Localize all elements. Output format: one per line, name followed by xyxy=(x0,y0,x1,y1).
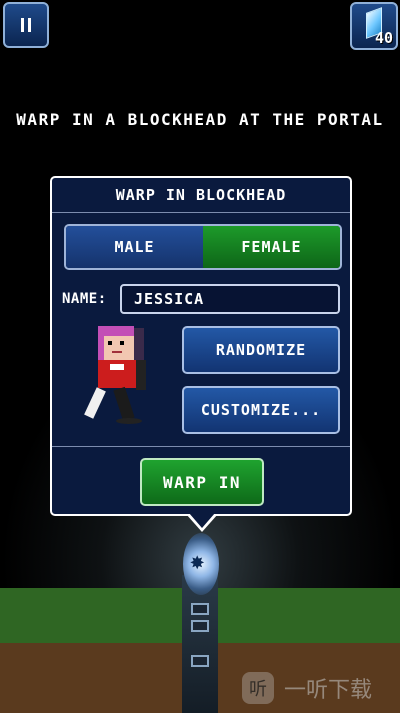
portal-column xyxy=(182,575,218,713)
gem-count: 40 xyxy=(374,29,393,47)
warp-in-button[interactable]: WARP IN xyxy=(140,458,264,506)
grass-block xyxy=(0,588,190,643)
dirt-block xyxy=(0,643,190,713)
gender-female-option[interactable]: FEMALE xyxy=(203,226,340,268)
portal-slot xyxy=(191,603,209,615)
portal-slot xyxy=(191,655,209,667)
blockhead-avatar xyxy=(84,326,156,426)
dialog-title: WARP IN BLOCKHEAD xyxy=(52,178,350,213)
customize-button[interactable]: CUSTOMIZE... xyxy=(182,386,340,434)
instruction-text: WARP IN A BLOCKHEAD AT THE PORTAL xyxy=(16,110,384,129)
gender-toggle: MALE FEMALE xyxy=(64,224,342,270)
grass-block xyxy=(215,588,400,643)
watermark: 听 一听下载 xyxy=(242,668,398,708)
pause-icon xyxy=(21,18,24,32)
watermark-text: 一听下载 xyxy=(284,678,373,703)
watermark-logo: 听 xyxy=(242,672,274,704)
pause-button[interactable] xyxy=(3,2,49,48)
randomize-button[interactable]: RANDOMIZE xyxy=(182,326,340,374)
portal-slot xyxy=(191,620,209,632)
warp-dialog: WARP IN BLOCKHEAD MALE FEMALE NAME: JESS… xyxy=(50,176,352,516)
gender-male-option[interactable]: MALE xyxy=(66,226,203,268)
name-label: NAME: xyxy=(62,291,107,307)
gem-counter-button[interactable]: 40 xyxy=(350,2,398,50)
dialog-divider xyxy=(52,446,350,447)
name-field[interactable]: JESSICA xyxy=(120,284,340,314)
portal-orb[interactable] xyxy=(183,533,219,595)
